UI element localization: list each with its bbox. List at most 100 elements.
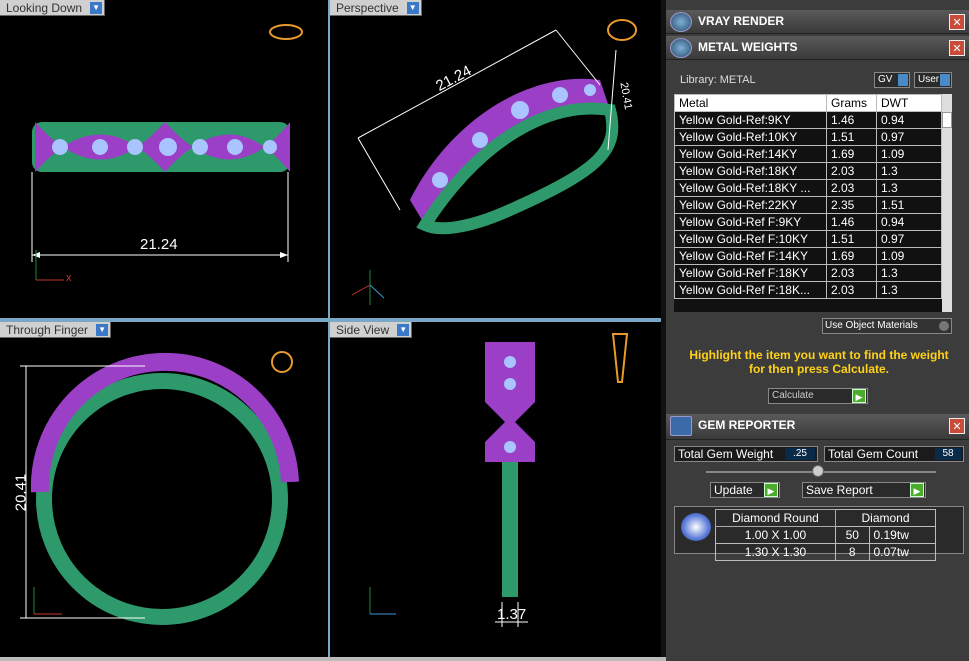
- metal-name-cell: Yellow Gold-Ref:9KY: [674, 111, 827, 129]
- update-button[interactable]: Update ▶: [710, 482, 780, 498]
- grams-cell: 1.46: [826, 111, 877, 129]
- viewport-through-finger[interactable]: Through Finger ▼ 20.41: [0, 322, 328, 657]
- viewport-splitter-vertical[interactable]: [328, 0, 330, 657]
- total-gem-count: Total Gem Count 58: [824, 446, 964, 462]
- grams-cell: 1.46: [826, 213, 877, 231]
- gem-tw-cell: 0.19tw▶: [868, 526, 936, 544]
- ring-perspective-view: [351, 19, 637, 305]
- ring-top-view: [31, 24, 303, 281]
- metal-name-cell: Yellow Gold-Ref F:10KY: [674, 230, 827, 248]
- table-row[interactable]: Yellow Gold-Ref:18KY 2.03 1.3: [674, 162, 942, 180]
- metal-name-cell: Yellow Gold-Ref F:14KY: [674, 247, 827, 265]
- metal-name-cell: Yellow Gold-Ref F:18KY: [674, 264, 827, 282]
- play-icon: ▶: [764, 483, 778, 497]
- grams-cell: 1.51: [826, 128, 877, 146]
- gem-size-cell: 1.30 X 1.30: [715, 543, 836, 561]
- dimension-width: 21.24: [140, 236, 178, 253]
- dimension-diameter: 20.41: [12, 473, 30, 512]
- status-strip: [0, 657, 666, 661]
- col-header-metal[interactable]: Metal: [674, 94, 827, 112]
- close-icon[interactable]: ✕: [949, 14, 965, 30]
- use-object-materials-checkbox[interactable]: Use Object Materials: [822, 318, 952, 334]
- gem-count-cell: 8: [835, 543, 870, 561]
- grams-cell: 1.69: [826, 145, 877, 163]
- dwt-cell: 0.94: [876, 213, 942, 231]
- dimension-thickness: 1.37: [497, 606, 527, 623]
- table-row[interactable]: Yellow Gold-Ref:10KY 1.51 0.97: [674, 128, 942, 146]
- grams-cell: 2.35: [826, 196, 877, 214]
- calculate-button[interactable]: Calculate ▶: [768, 388, 868, 404]
- table-row[interactable]: Yellow Gold-Ref F:10KY 1.51 0.97: [674, 230, 942, 248]
- viewport-looking-down[interactable]: Looking Down ▼ 21.24 x: [0, 0, 328, 318]
- col-header-grams[interactable]: Grams: [826, 94, 877, 112]
- col-header-dwt[interactable]: DWT: [876, 94, 942, 112]
- metal-name-cell: Yellow Gold-Ref F:18K...: [674, 281, 827, 299]
- gem-reporter-header[interactable]: GEM REPORTER ✕: [666, 414, 969, 440]
- gv-toggle[interactable]: GV: [874, 72, 910, 88]
- metal-table[interactable]: Metal Grams DWT Yellow Gold-Ref:9KY 1.46 0…: [674, 94, 952, 312]
- table-row[interactable]: Yellow Gold-Ref:14KY 1.69 1.09: [674, 145, 942, 163]
- gem-count-cell: 50: [835, 526, 870, 544]
- metal-name-cell: Yellow Gold-Ref F:9KY: [674, 213, 827, 231]
- dwt-cell: 1.51: [876, 196, 942, 214]
- dwt-cell: 1.3: [876, 264, 942, 282]
- gem-tw-cell: 0.07tw▶: [868, 543, 936, 561]
- table-row[interactable]: Yellow Gold-Ref F:18K... 2.03 1.3: [674, 281, 942, 299]
- grams-cell: 2.03: [826, 179, 877, 197]
- dwt-cell: 1.3: [876, 162, 942, 180]
- ring-band-icon: [32, 122, 290, 172]
- gem-row[interactable]: 1.30 X 1.3080.07tw▶: [715, 543, 936, 561]
- library-label: Library: METAL: [680, 74, 756, 86]
- side-panel: VRAY RENDER ✕ METAL WEIGHTS ✕ Library: M…: [666, 0, 969, 661]
- report-icon: [670, 416, 692, 436]
- vray-icon: [670, 12, 692, 32]
- play-icon: ▶: [852, 389, 866, 403]
- grams-cell: 2.03: [826, 264, 877, 282]
- grams-cell: 1.51: [826, 230, 877, 248]
- dwt-cell: 1.3: [876, 179, 942, 197]
- ring-front-view: [20, 351, 299, 625]
- dwt-cell: 1.09: [876, 247, 942, 265]
- dwt-cell: 0.97: [876, 230, 942, 248]
- ring-side-view: [369, 333, 629, 627]
- flask-icon: [670, 38, 692, 58]
- axis-x-label: x: [66, 272, 72, 284]
- gem-col-type: Diamond: [835, 509, 936, 527]
- table-row[interactable]: Yellow Gold-Ref:18KY ... 2.03 1.3: [674, 179, 942, 197]
- table-row[interactable]: Yellow Gold-Ref F:9KY 1.46 0.94: [674, 213, 942, 231]
- save-report-button[interactable]: Save Report ▶: [802, 482, 926, 498]
- close-icon[interactable]: ✕: [949, 40, 965, 56]
- play-icon: ▶: [910, 483, 924, 497]
- table-row[interactable]: Yellow Gold-Ref F:18KY 2.03 1.3: [674, 264, 942, 282]
- dwt-cell: 0.94: [876, 111, 942, 129]
- metal-name-cell: Yellow Gold-Ref:10KY: [674, 128, 827, 146]
- weight-hint-text: Highlight the item you want to find the …: [689, 348, 949, 376]
- gem-size-cell: 1.00 X 1.00: [715, 526, 836, 544]
- grams-cell: 2.03: [826, 162, 877, 180]
- metal-table-scrollbar[interactable]: [942, 94, 952, 312]
- dwt-cell: 1.3: [876, 281, 942, 299]
- viewport-splitter-horizontal[interactable]: [0, 318, 661, 322]
- diamond-icon: [681, 513, 711, 541]
- gem-row[interactable]: 1.00 X 1.00500.19tw▶: [715, 526, 936, 544]
- total-gem-weight: Total Gem Weight .25: [674, 446, 818, 462]
- metal-name-cell: Yellow Gold-Ref:22KY: [674, 196, 827, 214]
- grams-cell: 1.69: [826, 247, 877, 265]
- metal-name-cell: Yellow Gold-Ref:14KY: [674, 145, 827, 163]
- close-icon[interactable]: ✕: [949, 418, 965, 434]
- gem-slider-handle[interactable]: [812, 465, 824, 477]
- gem-table[interactable]: Diamond Round Diamond 1.00 X 1.00 50 0.19t…: [674, 506, 964, 561]
- metal-weights-header[interactable]: METAL WEIGHTS ✕: [666, 36, 969, 60]
- dwt-cell: 0.97: [876, 128, 942, 146]
- user-toggle[interactable]: User: [914, 72, 952, 88]
- viewport-perspective[interactable]: Perspective ▼ 21.24 20.41: [330, 0, 661, 318]
- vray-render-header[interactable]: VRAY RENDER ✕: [666, 10, 969, 34]
- table-row[interactable]: Yellow Gold-Ref:22KY 2.35 1.51: [674, 196, 942, 214]
- grams-cell: 2.03: [826, 281, 877, 299]
- table-row[interactable]: Yellow Gold-Ref F:14KY 1.69 1.09: [674, 247, 942, 265]
- viewport-side-view[interactable]: Side View ▼ 1.37: [330, 322, 661, 657]
- gem-col-shape: Diamond Round: [715, 509, 836, 527]
- dwt-cell: 1.09: [876, 145, 942, 163]
- table-row[interactable]: Yellow Gold-Ref:9KY 1.46 0.94: [674, 111, 942, 129]
- metal-name-cell: Yellow Gold-Ref:18KY: [674, 162, 827, 180]
